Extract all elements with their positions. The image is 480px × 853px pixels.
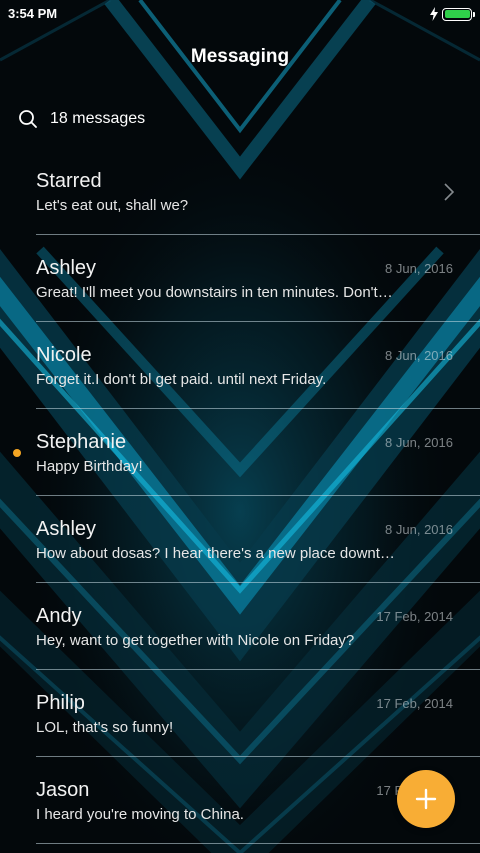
message-preview: I heard you're moving to China. [36, 806, 244, 823]
row-divider [36, 843, 480, 844]
contact-name: Nicole [36, 344, 92, 366]
status-indicators [430, 5, 475, 23]
search-icon [19, 110, 37, 128]
message-date: 8 Jun, 2016 [385, 435, 453, 450]
message-date: 8 Jun, 2016 [385, 522, 453, 537]
search-label: 18 messages [50, 110, 146, 127]
conversation-item[interactable]: Ashley How about dosas? I hear there's a … [0, 496, 480, 583]
battery-icon [442, 7, 475, 21]
charging-bolt-icon [430, 7, 438, 21]
conversation-item[interactable]: Starred Let's eat out, shall we? [0, 148, 480, 235]
conversation-item[interactable]: Stephanie Happy Birthday! 8 Jun, 2016 [0, 409, 480, 496]
search-bar[interactable]: 18 messages [18, 104, 458, 134]
message-preview: Let's eat out, shall we? [36, 197, 189, 214]
unread-indicator-dot [13, 449, 21, 457]
page-title: Messaging [190, 46, 290, 67]
message-date: 8 Jun, 2016 [385, 261, 453, 276]
message-preview: How about dosas? I hear there's a new pl… [36, 545, 396, 562]
contact-name: Philip [36, 692, 85, 714]
message-preview: LOL, that's so funny! [36, 719, 174, 736]
battery-tip [473, 11, 475, 17]
contact-name: Stephanie [36, 431, 127, 453]
contact-name: Ashley [36, 257, 97, 279]
conversation-item[interactable]: Andy Hey, want to get together with Nicol… [0, 583, 480, 670]
message-preview: Forget it.I don't bl get paid. until nex… [36, 371, 327, 388]
message-date: 17 Feb, 2014 [376, 609, 453, 624]
new-message-button[interactable] [397, 770, 455, 828]
contact-name: Andy [36, 605, 82, 627]
conversation-item[interactable]: Ashley Great! I'll meet you downstairs in… [0, 235, 480, 322]
plus-icon [415, 788, 437, 810]
message-preview: Hey, want to get together with Nicole on… [36, 632, 355, 649]
message-date: 17 Feb, 2014 [376, 696, 453, 711]
message-preview: Great! I'll meet you downstairs in ten m… [36, 284, 396, 301]
contact-name: Starred [36, 170, 102, 192]
battery-level-fill [444, 10, 470, 18]
contact-name: Ashley [36, 518, 97, 540]
conversation-item[interactable]: Philip LOL, that's so funny! 17 Feb, 2014 [0, 670, 480, 757]
status-time: 3:54 PM [8, 6, 58, 21]
chevron-right-icon [444, 183, 454, 201]
conversation-item[interactable]: Nicole Forget it.I don't bl get paid. unt… [0, 322, 480, 409]
conversation-list: Starred Let's eat out, shall we? Ashley Gre… [0, 148, 480, 844]
status-bar: 3:54 PM [0, 0, 480, 28]
message-preview: Happy Birthday! [36, 458, 143, 475]
message-date: 8 Jun, 2016 [385, 348, 453, 363]
contact-name: Jason [36, 779, 90, 801]
